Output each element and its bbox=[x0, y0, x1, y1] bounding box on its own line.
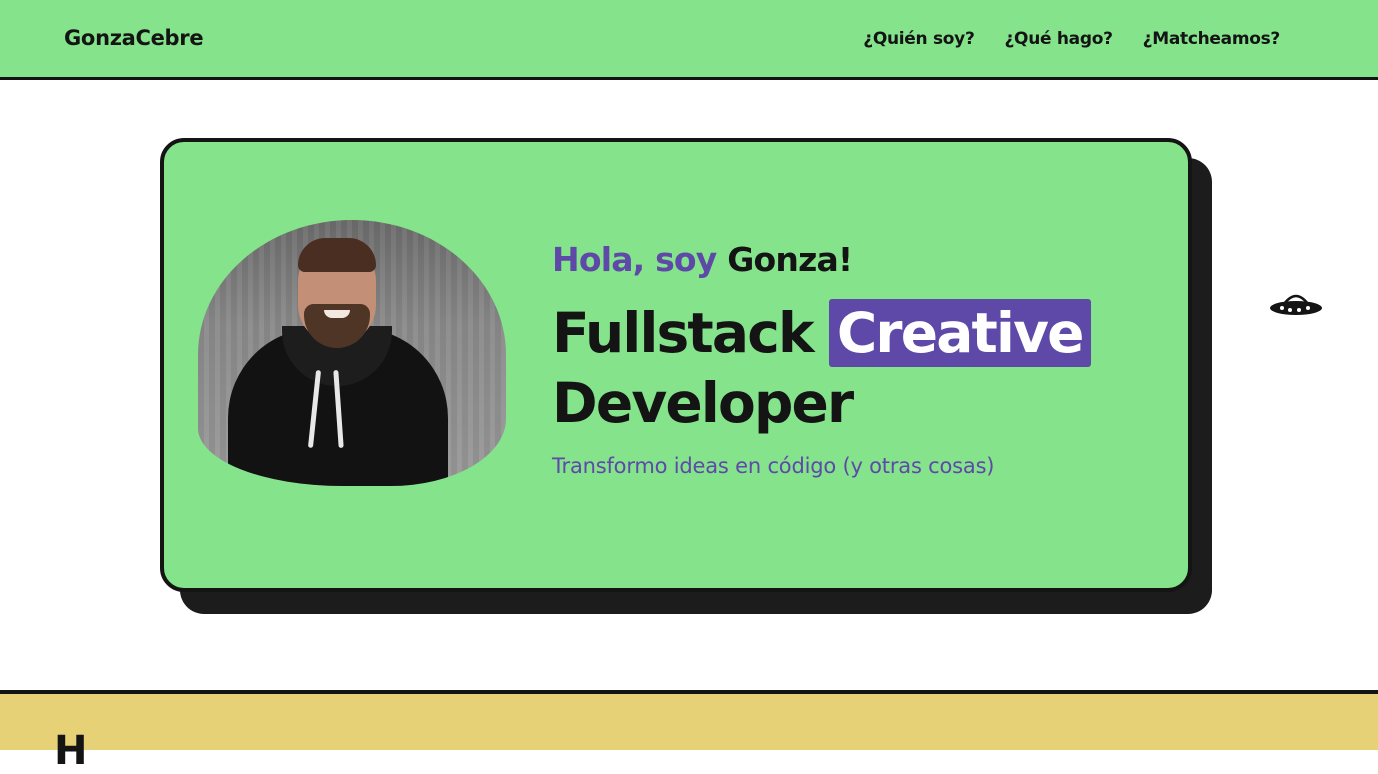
headline-word-fullstack: Fullstack bbox=[552, 301, 815, 365]
greeting-name: Gonza! bbox=[727, 240, 853, 279]
hero-card: Hola, soy Gonza! Fullstack Creative Deve… bbox=[160, 138, 1192, 592]
headline-highlight-creative: Creative bbox=[828, 299, 1091, 367]
hero-greeting: Hola, soy Gonza! bbox=[552, 240, 853, 279]
profile-photo bbox=[198, 220, 506, 486]
ufo-icon bbox=[1270, 294, 1322, 315]
nav-link-quien-soy[interactable]: ¿Quién soy? bbox=[863, 29, 975, 49]
next-section: H bbox=[0, 690, 1378, 774]
brand-logo[interactable]: GonzaCebre bbox=[64, 26, 204, 50]
greeting-prefix: Hola, soy bbox=[552, 240, 717, 279]
nav-link-matcheamos[interactable]: ¿Matcheamos? bbox=[1143, 29, 1281, 49]
nav-links: ¿Quién soy? ¿Qué hago? ¿Matcheamos? bbox=[863, 29, 1280, 49]
hero-subtitle: Transformo ideas en código (y otras cosa… bbox=[552, 454, 995, 478]
next-section-title: H bbox=[54, 728, 88, 774]
nav-link-que-hago[interactable]: ¿Qué hago? bbox=[1005, 29, 1113, 49]
top-navbar: GonzaCebre ¿Quién soy? ¿Qué hago? ¿Match… bbox=[0, 0, 1378, 80]
headline-word-developer: Developer bbox=[552, 371, 854, 435]
hero-headline: Fullstack Creative Developer bbox=[552, 298, 1091, 438]
